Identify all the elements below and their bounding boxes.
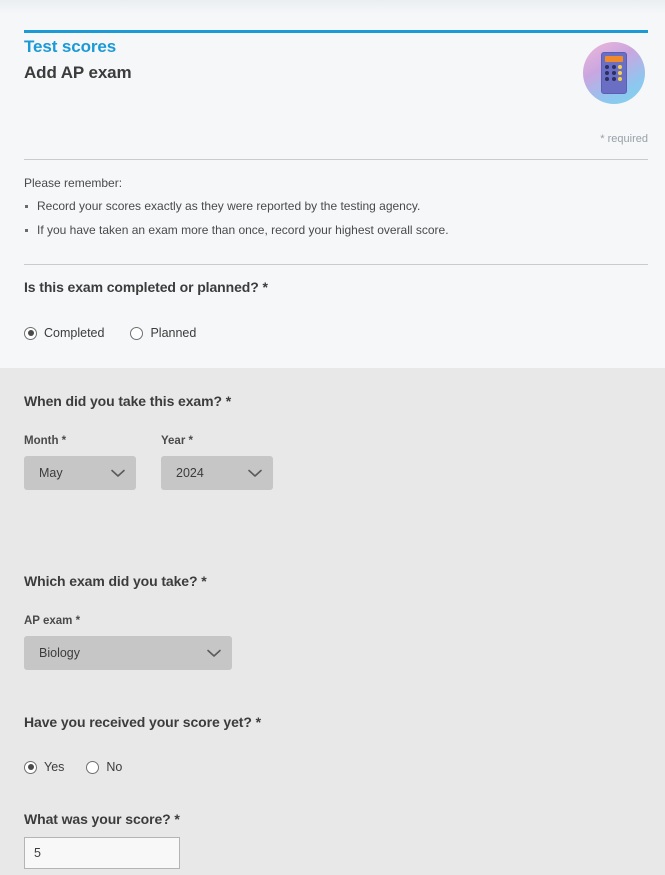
question-score: What was your score? *: [24, 811, 180, 827]
radio-indicator-no[interactable]: [86, 760, 100, 774]
remember-list: Record your scores exactly as they were …: [24, 199, 449, 247]
page-title: Add AP exam: [24, 63, 132, 82]
calculator-keys: [605, 65, 623, 81]
radio-label-no: No: [106, 760, 123, 774]
calculator-key: [618, 71, 623, 75]
top-gradient-strip: [0, 0, 665, 14]
calculator-key: [618, 65, 623, 69]
calculator-key: [605, 71, 609, 75]
radio-group-completed-or-planned: Completed Planned: [24, 326, 222, 340]
calculator-key: [605, 77, 609, 81]
select-year-value: 2024: [176, 466, 204, 480]
select-ap-exam-value: Biology: [39, 646, 80, 660]
radio-option-yes[interactable]: Yes: [24, 760, 64, 774]
radio-label-yes: Yes: [44, 760, 65, 774]
label-year: Year *: [161, 435, 193, 447]
gray-section: [0, 368, 665, 875]
question-completed-or-planned: Is this exam completed or planned? *: [24, 279, 268, 295]
calculator-key: [611, 71, 616, 75]
calculator-key: [611, 77, 616, 81]
accent-rule: [24, 30, 648, 33]
radio-indicator-completed[interactable]: [24, 326, 37, 340]
select-month[interactable]: May: [24, 456, 136, 490]
radio-label-planned: Planned: [150, 326, 197, 340]
calculator-key: [605, 65, 609, 69]
select-year[interactable]: 2024: [161, 456, 273, 490]
chevron-down-icon: [248, 469, 262, 477]
breadcrumb-eyebrow: Test scores: [24, 37, 117, 56]
calculator-key: [618, 77, 623, 81]
score-input[interactable]: [24, 837, 180, 869]
calculator-key: [611, 65, 616, 69]
calculator-body: [601, 52, 627, 94]
radio-group-received-score: Yes No: [24, 760, 148, 774]
radio-indicator-yes[interactable]: [24, 760, 37, 774]
required-note: * required: [600, 133, 648, 145]
question-which-exam: Which exam did you take? *: [24, 573, 207, 589]
list-item: If you have taken an exam more than once…: [24, 223, 449, 237]
calculator-screen: [605, 56, 623, 62]
radio-label-completed: Completed: [44, 326, 105, 340]
question-received-score: Have you received your score yet? *: [24, 714, 261, 730]
radio-indicator-planned[interactable]: [130, 326, 144, 340]
add-ap-exam-page: Test scores Add AP exam * required Pleas…: [0, 0, 665, 875]
select-month-value: May: [39, 466, 63, 480]
divider-top: [24, 159, 648, 160]
list-item: Record your scores exactly as they were …: [24, 199, 449, 213]
calculator-icon: [583, 42, 645, 104]
select-ap-exam[interactable]: Biology: [24, 636, 232, 670]
divider-middle: [24, 264, 648, 265]
label-month: Month *: [24, 435, 67, 447]
chevron-down-icon: [207, 649, 221, 657]
radio-option-completed[interactable]: Completed: [24, 326, 104, 340]
remember-lead: Please remember:: [24, 176, 123, 190]
question-when-taken: When did you take this exam? *: [24, 393, 232, 409]
label-ap-exam: AP exam *: [24, 615, 81, 627]
chevron-down-icon: [111, 469, 125, 477]
radio-option-no[interactable]: No: [86, 760, 122, 774]
radio-option-planned[interactable]: Planned: [130, 326, 196, 340]
